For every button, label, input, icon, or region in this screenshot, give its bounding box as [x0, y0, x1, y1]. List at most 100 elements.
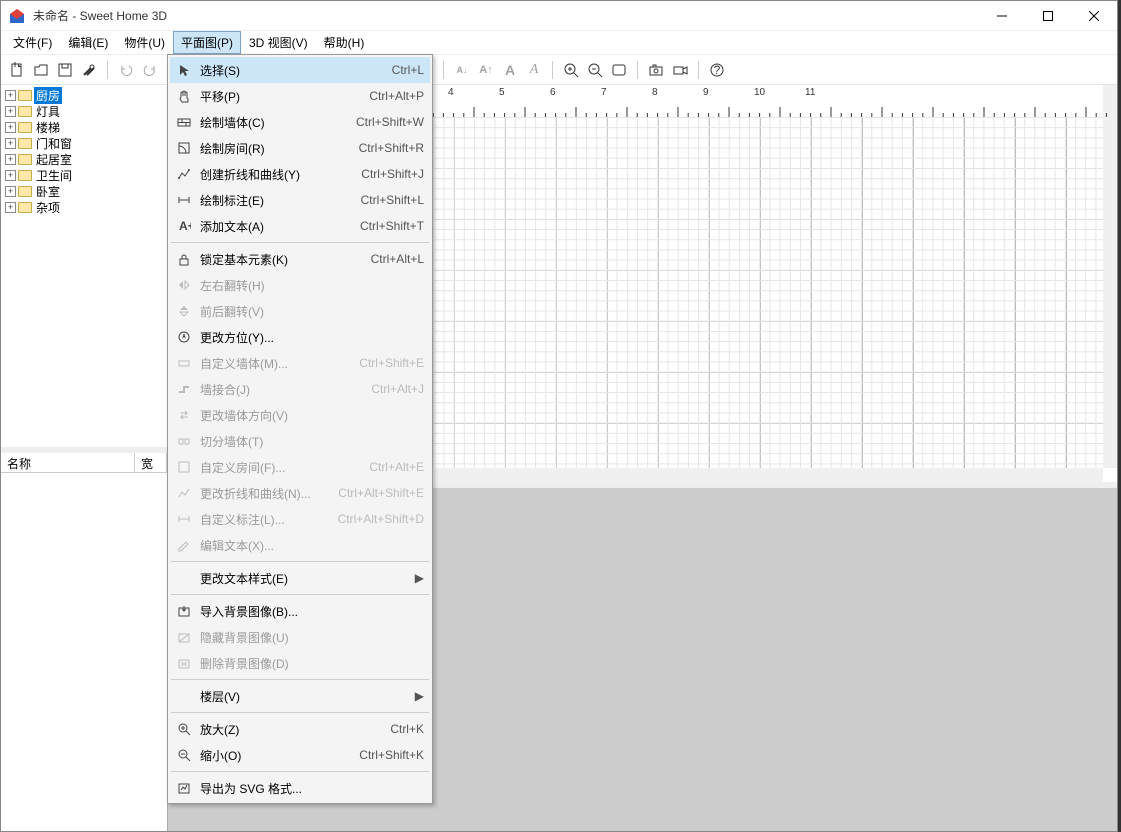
svg-text:?: ? [714, 63, 721, 77]
menu-item-shortcut: Ctrl+Alt+Shift+E [328, 486, 424, 500]
tree-item[interactable]: + 卫生间 [3, 167, 165, 183]
menu-item[interactable]: 锁定基本元素(K) Ctrl+Alt+L [170, 246, 430, 272]
save-icon[interactable] [55, 60, 75, 80]
tree-item[interactable]: + 卧室 [3, 183, 165, 199]
tree-item[interactable]: + 门和窗 [3, 135, 165, 151]
video-icon[interactable] [670, 60, 690, 80]
menu-item[interactable]: 缩小(O) Ctrl+Shift+K [170, 742, 430, 768]
menu-item-label: 左右翻转(H) [194, 277, 424, 294]
menu-item-label: 更改折线和曲线(N)... [194, 485, 328, 502]
menu-item-label: 更改文本样式(E) [194, 570, 415, 587]
menu-plan[interactable]: 平面图(P) [173, 31, 241, 54]
tree-item[interactable]: + 厨房 [3, 87, 165, 103]
expand-icon[interactable]: + [5, 122, 16, 133]
expand-icon[interactable]: + [5, 138, 16, 149]
col-width[interactable]: 宽度 [135, 453, 167, 472]
preferences-icon[interactable] [79, 60, 99, 80]
menu-item-label: 自定义标注(L)... [194, 511, 328, 528]
menu-item: 左右翻转(H) [170, 272, 430, 298]
menu-edit[interactable]: 编辑(E) [60, 31, 116, 54]
menu-item[interactable]: 绘制标注(E) Ctrl+Shift+L [170, 187, 430, 213]
open-icon[interactable] [31, 60, 51, 80]
hide-icon [174, 630, 194, 644]
zoom-out-icon[interactable] [585, 60, 605, 80]
tree-item[interactable]: + 灯具 [3, 103, 165, 119]
menu-item[interactable]: 楼层(V) ▶ [170, 683, 430, 709]
menu-item-label: 绘制标注(E) [194, 192, 351, 209]
menu-item-label: 导出为 SVG 格式... [194, 780, 424, 797]
scrollbar-vertical[interactable] [1103, 85, 1117, 468]
flipv-icon [174, 304, 194, 318]
menu-item-shortcut: Ctrl+Alt+L [361, 252, 424, 266]
redo-icon[interactable] [140, 60, 160, 80]
menu-separator [171, 712, 429, 713]
menu-item[interactable]: 导入背景图像(B)... [170, 598, 430, 624]
menu-item-label: 锁定基本元素(K) [194, 251, 361, 268]
menu-item[interactable]: 导出为 SVG 格式... [170, 775, 430, 801]
help-icon[interactable]: ? [707, 60, 727, 80]
expand-icon[interactable]: + [5, 154, 16, 165]
folder-icon [18, 122, 32, 133]
menu-help[interactable]: 帮助(H) [316, 31, 373, 54]
new-icon[interactable] [7, 60, 27, 80]
submenu-arrow-icon: ▶ [415, 571, 424, 585]
menu-item-label: 前后翻转(V) [194, 303, 424, 320]
menu-3dview[interactable]: 3D 视图(V) [241, 31, 316, 54]
menu-item-label: 编辑文本(X)... [194, 537, 424, 554]
menu-file[interactable]: 文件(F) [5, 31, 60, 54]
menu-item-label: 墙接合(J) [194, 381, 361, 398]
furniture-tree[interactable]: + 厨房+ 灯具+ 楼梯+ 门和窗+ [1, 85, 167, 453]
tree-item[interactable]: + 杂项 [3, 199, 165, 215]
menu-item-shortcut: Ctrl+Shift+J [351, 167, 424, 181]
fit-icon[interactable] [609, 60, 629, 80]
col-name[interactable]: 名称 [1, 453, 135, 472]
expand-icon[interactable]: + [5, 186, 16, 197]
menu-furniture[interactable]: 物件(U) [116, 31, 173, 54]
menu-item[interactable]: 绘制房间(R) Ctrl+Shift+R [170, 135, 430, 161]
lock-icon [174, 252, 194, 266]
text-icon: A+ [174, 219, 194, 233]
text-size-decrease-icon[interactable]: A↓ [452, 60, 472, 80]
text-italic-icon[interactable]: A [524, 60, 544, 80]
tree-item[interactable]: + 起居室 [3, 151, 165, 167]
menu-item-label: 更改墙体方向(V) [194, 407, 424, 424]
close-button[interactable] [1071, 1, 1117, 31]
zoom-in-icon[interactable] [561, 60, 581, 80]
menu-item-label: 放大(Z) [194, 721, 380, 738]
menu-item[interactable]: 放大(Z) Ctrl+K [170, 716, 430, 742]
plan-menu-dropdown: 选择(S) Ctrl+L 平移(P) Ctrl+Alt+P 绘制墙体(C) Ct… [167, 54, 433, 804]
menu-item[interactable]: A+ 添加文本(A) Ctrl+Shift+T [170, 213, 430, 239]
expand-icon[interactable]: + [5, 106, 16, 117]
menu-item-label: 切分墙体(T) [194, 433, 424, 450]
expand-icon[interactable]: + [5, 170, 16, 181]
tree-item[interactable]: + 楼梯 [3, 119, 165, 135]
menu-item-label: 绘制墙体(C) [194, 114, 346, 131]
expand-icon[interactable]: + [5, 202, 16, 213]
photo-icon[interactable] [646, 60, 666, 80]
wall-icon [174, 115, 194, 129]
maximize-button[interactable] [1025, 1, 1071, 31]
text-bold-icon[interactable]: A [500, 60, 520, 80]
title-bar: 未命名 - Sweet Home 3D [1, 1, 1117, 31]
menu-item-label: 添加文本(A) [194, 218, 350, 235]
polyline-icon [174, 167, 194, 181]
menu-item[interactable]: 平移(P) Ctrl+Alt+P [170, 83, 430, 109]
menu-item[interactable]: 更改方位(Y)... [170, 324, 430, 350]
svg-icon [174, 781, 194, 795]
menu-item[interactable]: 绘制墙体(C) Ctrl+Shift+W [170, 109, 430, 135]
menu-item[interactable]: 选择(S) Ctrl+L [170, 57, 430, 83]
menu-item-shortcut: Ctrl+Shift+L [351, 193, 424, 207]
wall2-icon [174, 356, 194, 370]
menu-item-shortcut: Ctrl+Alt+J [361, 382, 424, 396]
menu-separator [171, 561, 429, 562]
minimize-button[interactable] [979, 1, 1025, 31]
expand-icon[interactable]: + [5, 90, 16, 101]
menu-item-label: 创建折线和曲线(Y) [194, 166, 351, 183]
menu-item[interactable]: 更改文本样式(E) ▶ [170, 565, 430, 591]
undo-icon[interactable] [116, 60, 136, 80]
app-logo-icon [9, 8, 25, 24]
furniture-list[interactable] [1, 473, 167, 831]
text-size-increase-icon[interactable]: A↑ [476, 60, 496, 80]
menu-item[interactable]: 创建折线和曲线(Y) Ctrl+Shift+J [170, 161, 430, 187]
zoomin-icon [174, 722, 194, 736]
